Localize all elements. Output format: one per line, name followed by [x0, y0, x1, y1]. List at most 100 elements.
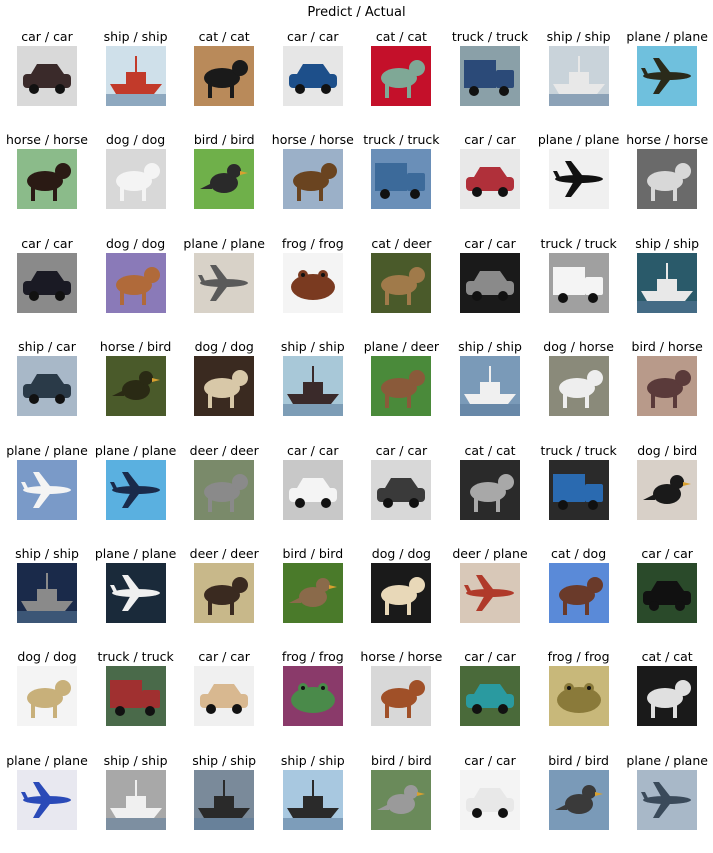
sample-image	[194, 356, 255, 417]
sample-image-plane	[105, 563, 166, 623]
sample-image	[371, 666, 432, 727]
sample-image-bird	[371, 769, 432, 830]
grid-cell: car / car	[623, 546, 711, 646]
sample-image-truck	[105, 666, 166, 727]
sample-image-animal	[194, 563, 255, 623]
sample-image-frog	[282, 666, 343, 727]
sample-image	[371, 252, 432, 313]
sample-image-frog	[282, 252, 343, 313]
grid-cell: car / car	[446, 132, 534, 232]
grid-cell: bird / horse	[623, 339, 711, 439]
grid-cell: plane / plane	[623, 29, 711, 129]
sample-image	[194, 666, 255, 727]
sample-image-animal	[105, 252, 166, 313]
sample-image-ship	[194, 769, 255, 830]
sample-image	[637, 149, 698, 210]
sample-image-car	[194, 666, 255, 727]
sample-image-animal	[637, 149, 698, 210]
sample-image-animal	[371, 356, 432, 417]
sample-image	[371, 563, 432, 623]
grid-cell: frog / frog	[535, 649, 623, 749]
sample-image	[17, 46, 77, 106]
sample-image	[548, 46, 609, 106]
sample-image	[371, 149, 432, 210]
sample-image	[637, 252, 698, 313]
grid-cell: truck / truck	[357, 132, 445, 232]
grid-cell: ship / ship	[535, 29, 623, 129]
sample-image	[105, 46, 166, 106]
sample-image-car	[371, 459, 432, 520]
sample-image-truck	[548, 459, 609, 520]
sample-image	[105, 666, 166, 727]
sample-image	[105, 563, 166, 623]
grid-cell: car / car	[3, 236, 91, 336]
sample-image	[194, 46, 255, 106]
sample-image	[548, 666, 609, 727]
sample-image-bird	[194, 149, 255, 210]
sample-image-car	[282, 459, 343, 520]
grid-cell: dog / dog	[92, 132, 180, 232]
grid-cell: ship / ship	[623, 236, 711, 336]
sample-image	[17, 356, 77, 417]
grid-cell: plane / plane	[180, 236, 268, 336]
grid-cell: ship / ship	[3, 546, 91, 646]
sample-image	[282, 46, 343, 106]
sample-image	[637, 563, 698, 623]
grid-cell: dog / horse	[535, 339, 623, 439]
sample-image	[17, 252, 77, 313]
grid-cell: ship / ship	[180, 753, 268, 853]
sample-image-plane	[637, 46, 698, 106]
sample-image	[548, 459, 609, 520]
grid-cell: car / car	[180, 649, 268, 749]
grid-cell: car / car	[446, 236, 534, 336]
sample-image	[194, 149, 255, 210]
grid-cell: car / car	[269, 29, 357, 129]
sample-image-bird	[637, 459, 698, 520]
sample-image-animal	[371, 46, 432, 106]
sample-image-ship	[17, 563, 77, 623]
grid-cell: truck / truck	[535, 236, 623, 336]
sample-image	[460, 252, 520, 313]
grid-cell: deer / plane	[446, 546, 534, 646]
sample-image	[460, 459, 520, 520]
sample-image-animal	[194, 46, 255, 106]
sample-image-animal	[17, 149, 77, 210]
sample-image-truck	[460, 46, 520, 106]
sample-image	[282, 666, 343, 727]
sample-image-animal	[548, 563, 609, 623]
sample-image	[548, 563, 609, 623]
prediction-label: cat / cat	[641, 649, 693, 665]
sample-image-ship	[460, 356, 520, 417]
sample-image-animal	[194, 356, 255, 417]
grid-cell: horse / horse	[623, 132, 711, 232]
sample-image-car	[460, 769, 520, 830]
grid-cell: ship / car	[3, 339, 91, 439]
grid-cell: ship / ship	[269, 339, 357, 439]
sample-image-bird	[548, 769, 609, 830]
grid-cell: plane / deer	[357, 339, 445, 439]
sample-image	[194, 563, 255, 623]
grid-cell: ship / ship	[92, 29, 180, 129]
sample-image-animal	[371, 252, 432, 313]
sample-image-car	[17, 46, 77, 106]
prediction-label: plane / plane	[626, 29, 708, 44]
sample-image-ship	[105, 769, 166, 830]
sample-image	[282, 356, 343, 417]
sample-image	[371, 459, 432, 520]
sample-image-animal	[637, 356, 698, 417]
sample-image	[282, 252, 343, 313]
sample-image-truck	[371, 149, 432, 210]
grid-cell: bird / bird	[535, 753, 623, 853]
sample-image	[460, 149, 520, 210]
sample-image-animal	[371, 666, 432, 727]
grid-cell: frog / frog	[269, 236, 357, 336]
prediction-label: bird / horse	[631, 339, 703, 355]
prediction-grid: car / car ship / ship cat / cat car / car ca…	[0, 0, 713, 836]
prediction-label: horse / horse	[626, 132, 709, 148]
sample-image	[17, 563, 77, 623]
grid-cell: plane / plane	[623, 753, 711, 853]
grid-cell: cat / dog	[535, 546, 623, 646]
sample-image-plane	[548, 149, 609, 210]
sample-image	[17, 149, 77, 210]
sample-image-animal	[105, 149, 166, 210]
